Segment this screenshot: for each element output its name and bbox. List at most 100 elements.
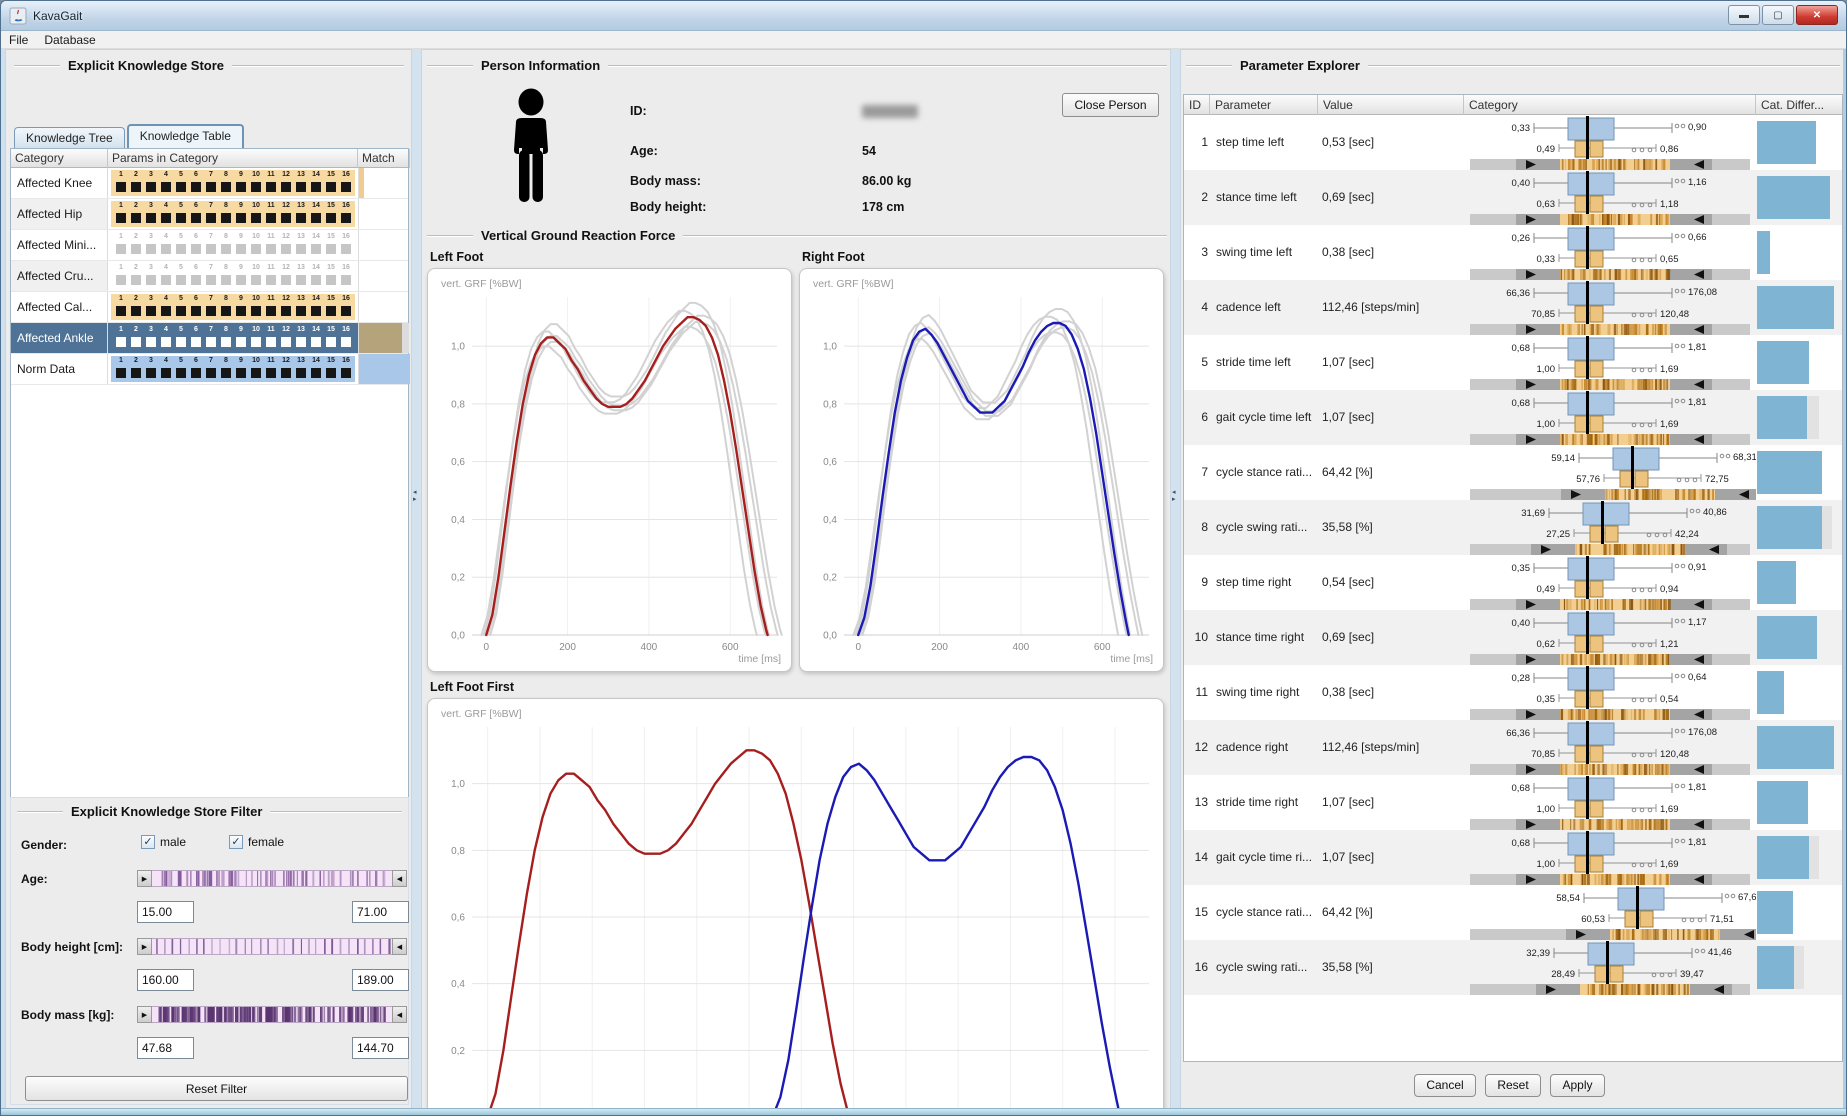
person-field-label: Body height: bbox=[630, 200, 706, 214]
category-distribution-glyph[interactable]: 0,280,640,350,54 bbox=[1464, 665, 1756, 720]
knowledge-row-affected-cal[interactable]: Affected Cal...12345678910111213141516 bbox=[11, 292, 408, 323]
parameter-row-cadence-right[interactable]: 12cadence right112,46 [steps/min]66,3617… bbox=[1184, 720, 1842, 775]
param-square bbox=[191, 182, 201, 192]
parameter-row-cadence-left[interactable]: 4cadence left112,46 [steps/min]66,36176,… bbox=[1184, 280, 1842, 335]
parameter-row-step-time-right[interactable]: 9step time right0,54 [sec]0,350,910,490,… bbox=[1184, 555, 1842, 610]
param-square bbox=[206, 275, 216, 285]
param-indicator: 10 bbox=[249, 202, 263, 223]
column-header-parameter[interactable]: Parameter bbox=[1210, 95, 1318, 115]
menu-item-file[interactable]: File bbox=[1, 32, 36, 48]
left-splitter[interactable]: ◂▸ bbox=[412, 49, 421, 1109]
range-max-field[interactable] bbox=[352, 1037, 409, 1059]
slider-right-arrow[interactable]: ◀ bbox=[392, 938, 407, 955]
category-distribution-glyph[interactable]: 58,5467,6160,5371,51 bbox=[1464, 885, 1756, 940]
minimize-button[interactable]: ▬ bbox=[1728, 5, 1760, 25]
reset-button[interactable]: Reset bbox=[1485, 1074, 1541, 1097]
param-square bbox=[341, 244, 351, 254]
svg-text:32,39: 32,39 bbox=[1526, 948, 1550, 959]
category-distribution-glyph[interactable]: 0,260,660,330,65 bbox=[1464, 225, 1756, 280]
slider-left-arrow[interactable]: ▶ bbox=[137, 1006, 152, 1023]
slider-track[interactable] bbox=[152, 1006, 392, 1023]
column-header-params-in-category[interactable]: Params in Category bbox=[108, 149, 358, 168]
category-distribution-glyph[interactable]: 0,330,900,490,86 bbox=[1464, 115, 1756, 170]
close-person-button[interactable]: Close Person bbox=[1062, 93, 1159, 117]
right-splitter[interactable]: ◂▸ bbox=[1171, 49, 1180, 1109]
filter-section: Explicit Knowledge Store Filter Gender: … bbox=[10, 797, 409, 1105]
splitter-arrows-icon[interactable]: ◂▸ bbox=[413, 489, 417, 503]
category-distribution-glyph[interactable]: 0,681,811,001,69 bbox=[1464, 335, 1756, 390]
range-min-field[interactable] bbox=[137, 969, 194, 991]
parameter-row-cycle-stance-rati[interactable]: 7cycle stance rati...64,42 [%]59,1468,31… bbox=[1184, 445, 1842, 500]
knowledge-row-affected-cru[interactable]: Affected Cru...12345678910111213141516 bbox=[11, 261, 408, 292]
range-slider-body-mass-kg[interactable]: ▶◀ bbox=[137, 1006, 407, 1023]
menu-item-database[interactable]: Database bbox=[36, 32, 103, 48]
slider-left-arrow[interactable]: ▶ bbox=[137, 938, 152, 955]
parameter-row-stance-time-left[interactable]: 2stance time left0,69 [sec]0,401,160,631… bbox=[1184, 170, 1842, 225]
parameter-row-stance-time-right[interactable]: 10stance time right0,69 [sec]0,401,170,6… bbox=[1184, 610, 1842, 665]
range-min-field[interactable] bbox=[137, 901, 194, 923]
column-header-cat-differ[interactable]: Cat. Differ... bbox=[1756, 95, 1843, 115]
svg-text:66,36: 66,36 bbox=[1506, 288, 1530, 299]
titlebar[interactable]: KavaGait ▬ ▢ ✕ bbox=[1, 1, 1846, 31]
category-distribution-glyph[interactable]: 0,681,811,001,69 bbox=[1464, 775, 1756, 830]
parameter-row-stride-time-left[interactable]: 5stride time left1,07 [sec]0,681,811,001… bbox=[1184, 335, 1842, 390]
parameter-row-swing-time-right[interactable]: 11swing time right0,38 [sec]0,280,640,35… bbox=[1184, 665, 1842, 720]
parameter-row-step-time-left[interactable]: 1step time left0,53 [sec]0,330,900,490,8… bbox=[1184, 115, 1842, 170]
parameter-row-gait-cycle-time-ri[interactable]: 14gait cycle time ri...1,07 [sec]0,681,8… bbox=[1184, 830, 1842, 885]
slider-right-arrow[interactable]: ◀ bbox=[392, 1006, 407, 1023]
category-distribution-glyph[interactable]: 66,36176,0870,85120,48 bbox=[1464, 720, 1756, 775]
checkbox-male[interactable]: ✓male bbox=[141, 835, 186, 849]
column-header-category[interactable]: Category bbox=[1464, 95, 1756, 115]
close-button[interactable]: ✕ bbox=[1796, 5, 1838, 25]
param-indicator: 6 bbox=[189, 357, 203, 378]
category-distribution-glyph[interactable]: 0,401,160,631,18 bbox=[1464, 170, 1756, 225]
category-distribution-glyph[interactable]: 59,1468,3157,7672,75 bbox=[1464, 445, 1756, 500]
category-distribution-glyph[interactable]: 0,681,811,001,69 bbox=[1464, 830, 1756, 885]
parameter-row-cycle-stance-rati[interactable]: 15cycle stance rati...64,42 [%]58,5467,6… bbox=[1184, 885, 1842, 940]
param-indicator: 12 bbox=[279, 295, 293, 316]
parameter-row-cycle-swing-rati[interactable]: 8cycle swing rati...35,58 [%]31,6940,862… bbox=[1184, 500, 1842, 555]
column-header-category[interactable]: Category bbox=[11, 149, 108, 168]
category-distribution-glyph[interactable]: 0,681,811,001,69 bbox=[1464, 390, 1756, 445]
parameter-row-swing-time-left[interactable]: 3swing time left0,38 [sec]0,260,660,330,… bbox=[1184, 225, 1842, 280]
range-slider-age[interactable]: ▶◀ bbox=[137, 870, 407, 887]
range-min-field[interactable] bbox=[137, 1037, 194, 1059]
column-header-value[interactable]: Value bbox=[1318, 95, 1464, 115]
range-max-field[interactable] bbox=[352, 901, 409, 923]
tab-knowledge-table[interactable]: Knowledge Table bbox=[127, 124, 244, 148]
param-indicator: 2 bbox=[129, 326, 143, 347]
column-header-id[interactable]: ID bbox=[1184, 95, 1210, 115]
category-distribution-glyph[interactable]: 0,401,170,621,21 bbox=[1464, 610, 1756, 665]
svg-text:0,26: 0,26 bbox=[1512, 233, 1531, 244]
slider-right-arrow[interactable]: ◀ bbox=[392, 870, 407, 887]
checkbox-box-icon[interactable]: ✓ bbox=[229, 835, 243, 849]
apply-button[interactable]: Apply bbox=[1550, 1074, 1605, 1097]
parameter-row-cycle-swing-rati[interactable]: 16cycle swing rati...35,58 [%]32,3941,46… bbox=[1184, 940, 1842, 995]
checkbox-female[interactable]: ✓female bbox=[229, 835, 284, 849]
reset-filter-button[interactable]: Reset Filter bbox=[25, 1076, 408, 1101]
slider-track[interactable] bbox=[152, 938, 392, 955]
range-slider-body-height-cm[interactable]: ▶◀ bbox=[137, 938, 407, 955]
tab-knowledge-tree[interactable]: Knowledge Tree bbox=[14, 127, 125, 148]
parameter-row-gait-cycle-time-left[interactable]: 6gait cycle time left1,07 [sec]0,681,811… bbox=[1184, 390, 1842, 445]
column-header-match[interactable]: Match bbox=[358, 149, 410, 168]
cancel-button[interactable]: Cancel bbox=[1414, 1074, 1476, 1097]
category-distribution-glyph[interactable]: 32,3941,4628,4939,47 bbox=[1464, 940, 1756, 995]
checkbox-box-icon[interactable]: ✓ bbox=[141, 835, 155, 849]
explorer-scrollbar[interactable] bbox=[1843, 49, 1846, 1109]
slider-track[interactable] bbox=[152, 870, 392, 887]
category-distribution-glyph[interactable]: 66,36176,0870,85120,48 bbox=[1464, 280, 1756, 335]
knowledge-row-norm-data[interactable]: Norm Data12345678910111213141516 bbox=[11, 354, 408, 385]
range-max-field[interactable] bbox=[352, 969, 409, 991]
parameter-row-stride-time-right[interactable]: 13stride time right1,07 [sec]0,681,811,0… bbox=[1184, 775, 1842, 830]
category-distribution-glyph[interactable]: 0,350,910,490,94 bbox=[1464, 555, 1756, 610]
maximize-button[interactable]: ▢ bbox=[1762, 5, 1794, 25]
knowledge-row-affected-mini[interactable]: Affected Mini...12345678910111213141516 bbox=[11, 230, 408, 261]
splitter-arrows-icon[interactable]: ◂▸ bbox=[1172, 489, 1176, 503]
knowledge-row-affected-ankle[interactable]: Affected Ankle12345678910111213141516 bbox=[11, 323, 408, 354]
knowledge-row-affected-knee[interactable]: Affected Knee12345678910111213141516 bbox=[11, 168, 408, 199]
slider-left-arrow[interactable]: ▶ bbox=[137, 870, 152, 887]
category-distribution-glyph[interactable]: 31,6940,8627,2542,24 bbox=[1464, 500, 1756, 555]
param-number: 13 bbox=[294, 202, 308, 210]
knowledge-row-affected-hip[interactable]: Affected Hip12345678910111213141516 bbox=[11, 199, 408, 230]
